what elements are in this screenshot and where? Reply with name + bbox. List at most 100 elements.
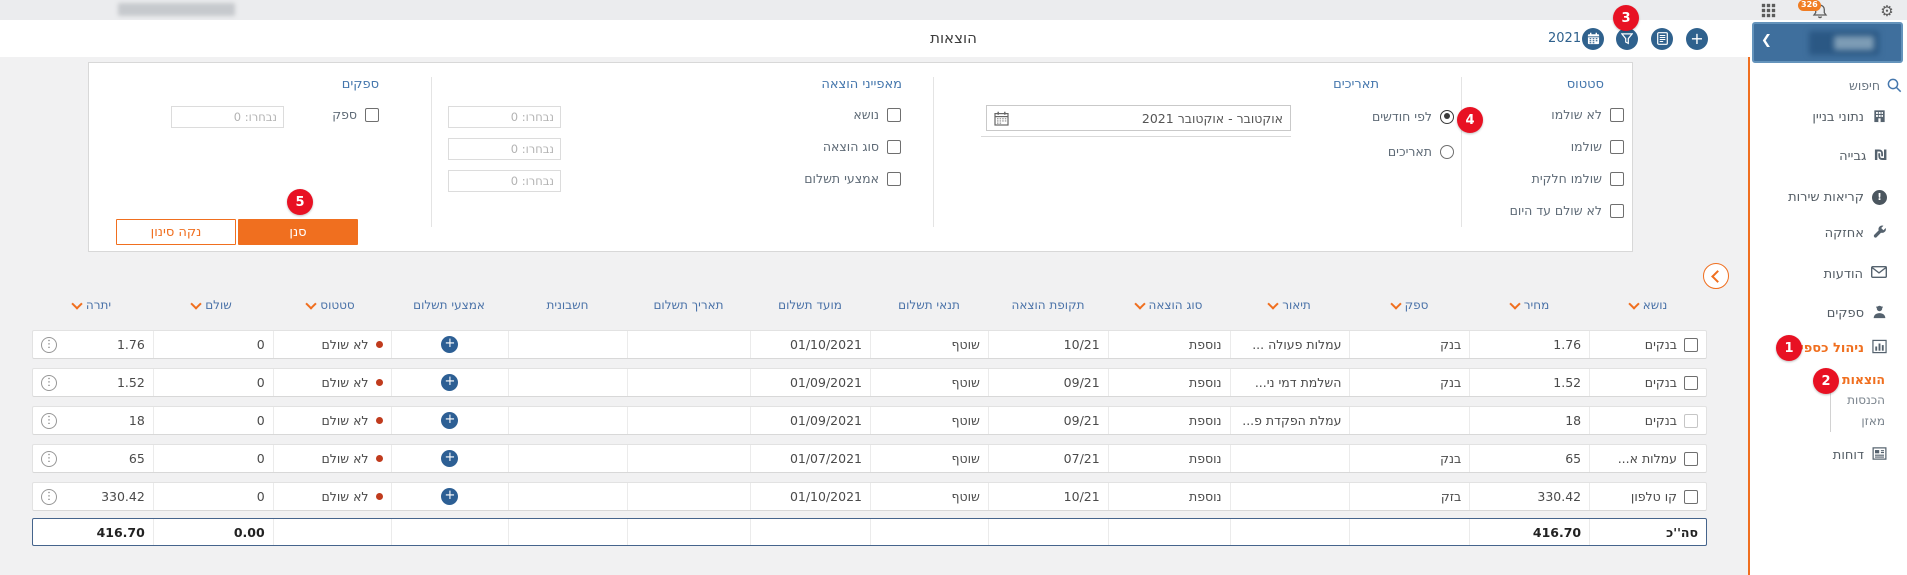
cell-status: לא שולם: [273, 445, 391, 472]
sidebar-item-3[interactable]: אחזקה: [1750, 222, 1907, 244]
row-checkbox[interactable]: [1684, 414, 1698, 428]
info-icon[interactable]: ⋮: [41, 451, 57, 467]
attr-checkbox[interactable]: [887, 108, 901, 122]
status-text: לא שולם: [321, 413, 368, 428]
sidebar-subitem-2[interactable]: מאזן: [1839, 411, 1885, 432]
table-row[interactable]: בנקים1.76בנקעמלות פעולה ...נוספת10/21שוט…: [32, 330, 1707, 359]
cell-subject: קו טלפון: [1589, 483, 1706, 510]
collapse-panel-button[interactable]: [1703, 263, 1729, 289]
column-header-due_date[interactable]: מועד תשלום: [750, 294, 870, 316]
settings-gear-icon[interactable]: ⚙: [1878, 2, 1896, 19]
column-header-status[interactable]: סטטוס: [272, 294, 390, 316]
status-option-label: שולמו: [1571, 139, 1602, 154]
sidebar-subitem-0[interactable]: הוצאות: [1839, 369, 1885, 390]
calendar-button[interactable]: [1582, 28, 1604, 50]
table-row[interactable]: עמלות א...65בנקנוספת07/21שוטף01/07/2021+…: [32, 444, 1707, 473]
attr-selected-input[interactable]: [448, 138, 561, 160]
cell-price: 18: [1469, 407, 1589, 434]
column-header-label: אמצעי תשלום: [413, 298, 485, 312]
attr-option-2: אמצעי תשלום: [804, 171, 901, 186]
apps-grid-icon[interactable]: [1758, 2, 1778, 19]
date-range-field[interactable]: אוקטובר - אוקטובר 2021: [986, 105, 1291, 131]
chevron-left-icon[interactable]: ❮: [1761, 33, 1772, 48]
account-header-box: ❮: [1752, 22, 1903, 63]
status-text: לא שולם: [321, 337, 368, 352]
column-header-invoice[interactable]: חשבונית: [508, 294, 627, 316]
cell-payment_method: +: [391, 331, 509, 358]
date-mode-radio[interactable]: [1440, 145, 1454, 159]
status-section-title: סטטוס: [1567, 77, 1604, 92]
cell-status: לא שולם: [273, 483, 391, 510]
apply-filter-button[interactable]: סנן: [238, 219, 358, 245]
column-header-expense_period[interactable]: תקופת הוצאה: [988, 294, 1108, 316]
filter-panel: סטטוס לא שולמושולמושולמו חלקיתלא שולם עד…: [88, 62, 1633, 252]
supplier-selected-input[interactable]: [171, 106, 284, 128]
add-payment-method-icon[interactable]: +: [441, 488, 458, 505]
date-mode-radio[interactable]: [1440, 110, 1454, 124]
cell-due_date: 01/09/2021: [750, 369, 870, 396]
cell-payment_method: +: [391, 407, 509, 434]
table-row[interactable]: בנקים18עמלת הפקדת פ...נוספת09/21שוטף01/0…: [32, 406, 1707, 435]
sidebar-search[interactable]: חיפוש: [1750, 72, 1907, 98]
column-header-label: חשבונית: [547, 298, 589, 312]
status-checkbox[interactable]: [1610, 108, 1624, 122]
add-payment-method-icon[interactable]: +: [441, 336, 458, 353]
column-header-expense_type[interactable]: סוג הוצאה: [1108, 294, 1230, 316]
row-checkbox[interactable]: [1684, 490, 1698, 504]
cell-expense_type: נוספת: [1108, 369, 1230, 396]
info-icon[interactable]: ⋮: [41, 337, 57, 353]
row-checkbox[interactable]: [1684, 338, 1698, 352]
cell-supplier: [1349, 407, 1469, 434]
status-option-1: שולמו: [1571, 139, 1624, 154]
status-checkbox[interactable]: [1610, 172, 1624, 186]
column-header-paid[interactable]: שולם: [152, 294, 272, 316]
attr-checkbox[interactable]: [887, 140, 901, 154]
column-header-price[interactable]: מחיר: [1470, 294, 1590, 316]
column-header-balance[interactable]: יתרה: [32, 294, 152, 316]
status-text: לא שולם: [321, 375, 368, 390]
column-header-supplier[interactable]: ספק: [1350, 294, 1470, 316]
add-expense-button[interactable]: +: [1686, 28, 1708, 50]
column-header-payment_method[interactable]: אמצעי תשלום: [390, 294, 508, 316]
info-icon[interactable]: ⋮: [41, 413, 57, 429]
date-range-value: אוקטובר - אוקטובר 2021: [1142, 111, 1283, 126]
cell-payment_terms: שוטף: [870, 445, 988, 472]
info-icon[interactable]: ⋮: [41, 375, 57, 391]
table-row[interactable]: קו טלפון330.42בזקנוספת10/21שוטף01/10/202…: [32, 482, 1707, 511]
supplier-checkbox[interactable]: [365, 108, 379, 122]
subject-text: בנקים: [1645, 375, 1677, 390]
column-header-payment_terms[interactable]: תנאי תשלום: [870, 294, 988, 316]
column-header-payment_date[interactable]: תאריך תשלום: [627, 294, 750, 316]
sidebar-item-6[interactable]: ניהול כספי: [1750, 337, 1907, 359]
clear-filter-button[interactable]: נקה סינון: [116, 219, 236, 245]
status-checkbox[interactable]: [1610, 204, 1624, 218]
sidebar-subitem-1[interactable]: הכנסות: [1839, 390, 1885, 411]
report-button[interactable]: [1651, 28, 1673, 50]
status-option-label: לא שולמו: [1551, 107, 1602, 122]
cell-payment_terms: שוטף: [870, 483, 988, 510]
sidebar-item-1[interactable]: גבייה₪: [1750, 145, 1907, 167]
row-checkbox[interactable]: [1684, 376, 1698, 390]
column-header-description[interactable]: תיאור: [1230, 294, 1350, 316]
filter-button[interactable]: [1616, 28, 1638, 50]
sidebar-item-7[interactable]: דוחות: [1750, 444, 1907, 466]
column-header-subject[interactable]: נושא: [1590, 294, 1707, 316]
add-payment-method-icon[interactable]: +: [441, 450, 458, 467]
sidebar-item-0[interactable]: נתוני בניין: [1750, 106, 1907, 128]
sidebar-item-4[interactable]: הודעות: [1750, 263, 1907, 285]
attr-selected-input[interactable]: [448, 170, 561, 192]
info-icon[interactable]: ⋮: [41, 489, 57, 505]
sidebar-item-5[interactable]: ספקים: [1750, 302, 1907, 324]
sidebar-item-2[interactable]: קריאות שירות!: [1750, 186, 1907, 208]
table-row[interactable]: בנקים1.52בנקהשלמת דמי ני...נוספת09/21שוט…: [32, 368, 1707, 397]
cell-balance: 1.52⋮: [33, 369, 153, 396]
attr-selected-input[interactable]: [448, 106, 561, 128]
cell-expense_type: נוספת: [1108, 483, 1230, 510]
year-label[interactable]: 2021: [1548, 28, 1581, 50]
add-payment-method-icon[interactable]: +: [441, 374, 458, 391]
column-header-label: תיאור: [1282, 298, 1311, 312]
status-checkbox[interactable]: [1610, 140, 1624, 154]
row-checkbox[interactable]: [1684, 452, 1698, 466]
attr-checkbox[interactable]: [887, 172, 901, 186]
add-payment-method-icon[interactable]: +: [441, 412, 458, 429]
